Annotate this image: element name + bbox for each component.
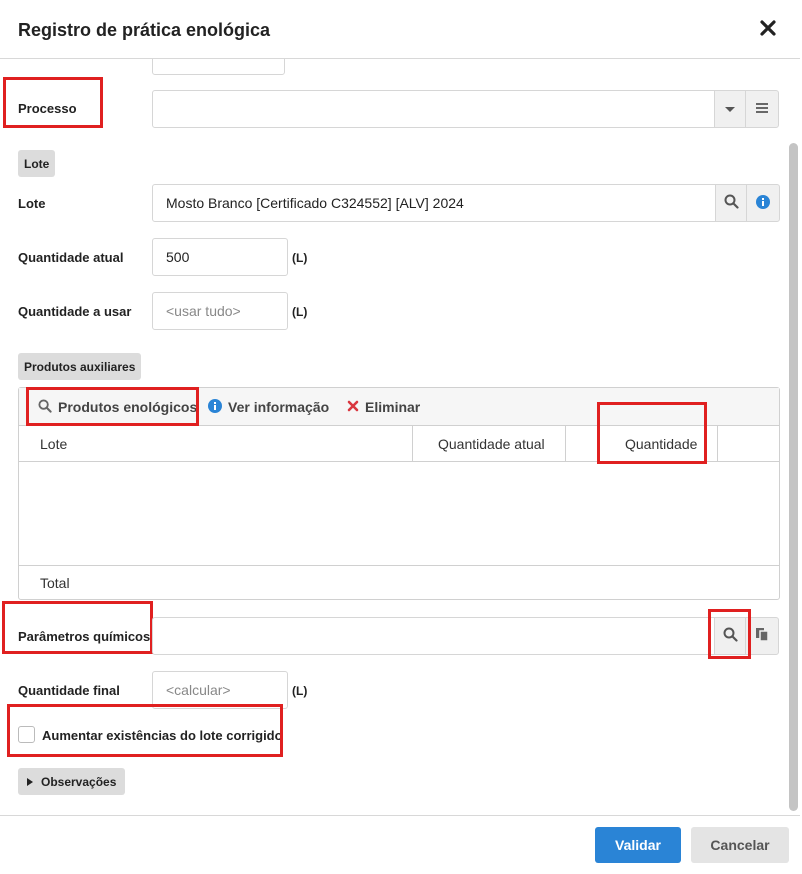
validar-button[interactable]: Validar	[595, 827, 681, 863]
scrollbar-thumb[interactable]	[789, 143, 798, 811]
dialog-footer: Validar Cancelar	[0, 815, 800, 874]
column-header-quantidade[interactable]: Quantidade	[625, 426, 697, 462]
aumentar-existencias-checkbox[interactable]	[18, 726, 35, 743]
eliminar-button[interactable]: Eliminar	[347, 388, 420, 426]
search-icon	[723, 627, 738, 645]
lote-search-button[interactable]	[715, 184, 747, 222]
dialog-body: Processo Lote Lote Mosto Branco [Certifi…	[0, 59, 800, 815]
quantidade-atual-input[interactable]: 500	[152, 238, 288, 276]
parametros-quimicos-input[interactable]	[152, 617, 715, 655]
highlight-parametros-quimicos	[2, 601, 153, 654]
processo-label: Processo	[18, 101, 77, 116]
produtos-grid: Produtos enológicos Ver informação Elimi…	[18, 387, 780, 600]
menu-icon	[755, 102, 769, 117]
processo-dropdown-button[interactable]	[714, 90, 746, 128]
parametros-quimicos-label: Parâmetros químicos	[18, 629, 151, 644]
column-header-lote[interactable]: Lote	[40, 426, 67, 462]
produtos-enologicos-button[interactable]: Produtos enológicos	[38, 388, 197, 426]
dialog-title: Registro de prática enológica	[18, 20, 271, 40]
cancelar-button[interactable]: Cancelar	[691, 827, 789, 863]
caret-right-icon	[27, 775, 33, 789]
info-icon	[208, 398, 222, 416]
search-icon	[724, 194, 739, 212]
column-divider	[565, 426, 566, 462]
parametros-search-button[interactable]	[714, 617, 746, 655]
copy-icon	[755, 627, 769, 645]
quantidade-final-input[interactable]: <calcular>	[152, 671, 288, 709]
quantidade-atual-unit: (L)	[292, 251, 308, 265]
previous-field[interactable]	[152, 59, 285, 75]
quantidade-usar-input[interactable]: <usar tudo>	[152, 292, 288, 330]
column-divider	[717, 426, 718, 462]
grid-header: Lote Quantidade atual Quantidade	[19, 426, 779, 462]
lote-info-button[interactable]	[746, 184, 780, 222]
close-icon[interactable]	[758, 18, 778, 38]
produtos-enologicos-label: Produtos enológicos	[58, 399, 198, 415]
lote-label: Lote	[18, 196, 46, 211]
ver-informacao-button[interactable]: Ver informação	[208, 388, 329, 426]
observacoes-label: Observações	[41, 774, 117, 789]
column-divider	[412, 426, 413, 462]
parametros-copy-button[interactable]	[745, 617, 779, 655]
grid-toolbar: Produtos enológicos Ver informação Elimi…	[19, 388, 779, 426]
ver-informacao-label: Ver informação	[228, 399, 330, 415]
lote-input[interactable]: Mosto Branco [Certificado C324552] [ALV]…	[152, 184, 716, 222]
processo-select[interactable]	[152, 90, 715, 128]
dialog-header: Registro de prática enológica	[0, 0, 800, 59]
grid-footer-total: Total	[19, 565, 779, 600]
quantidade-final-label: Quantidade final	[18, 683, 120, 698]
eliminar-label: Eliminar	[365, 399, 421, 415]
delete-icon	[347, 399, 359, 415]
observacoes-toggle[interactable]: Observações	[18, 768, 126, 795]
column-header-quantidade-atual[interactable]: Quantidade atual	[438, 426, 545, 462]
aumentar-existencias-label[interactable]: Aumentar existências do lote corrigido	[42, 728, 283, 743]
quantidade-final-unit: (L)	[292, 684, 308, 698]
quantidade-usar-unit: (L)	[292, 305, 308, 319]
dialog: Registro de prática enológica Processo L…	[0, 0, 800, 874]
processo-menu-button[interactable]	[745, 90, 779, 128]
quantidade-usar-label: Quantidade a usar	[18, 304, 132, 319]
info-icon	[756, 194, 770, 212]
lote-section-tag: Lote	[18, 150, 56, 177]
quantidade-atual-label: Quantidade atual	[18, 250, 124, 265]
search-icon	[38, 398, 52, 416]
produtos-auxiliares-tag: Produtos auxiliares	[18, 353, 142, 380]
chevron-down-icon	[724, 102, 736, 117]
